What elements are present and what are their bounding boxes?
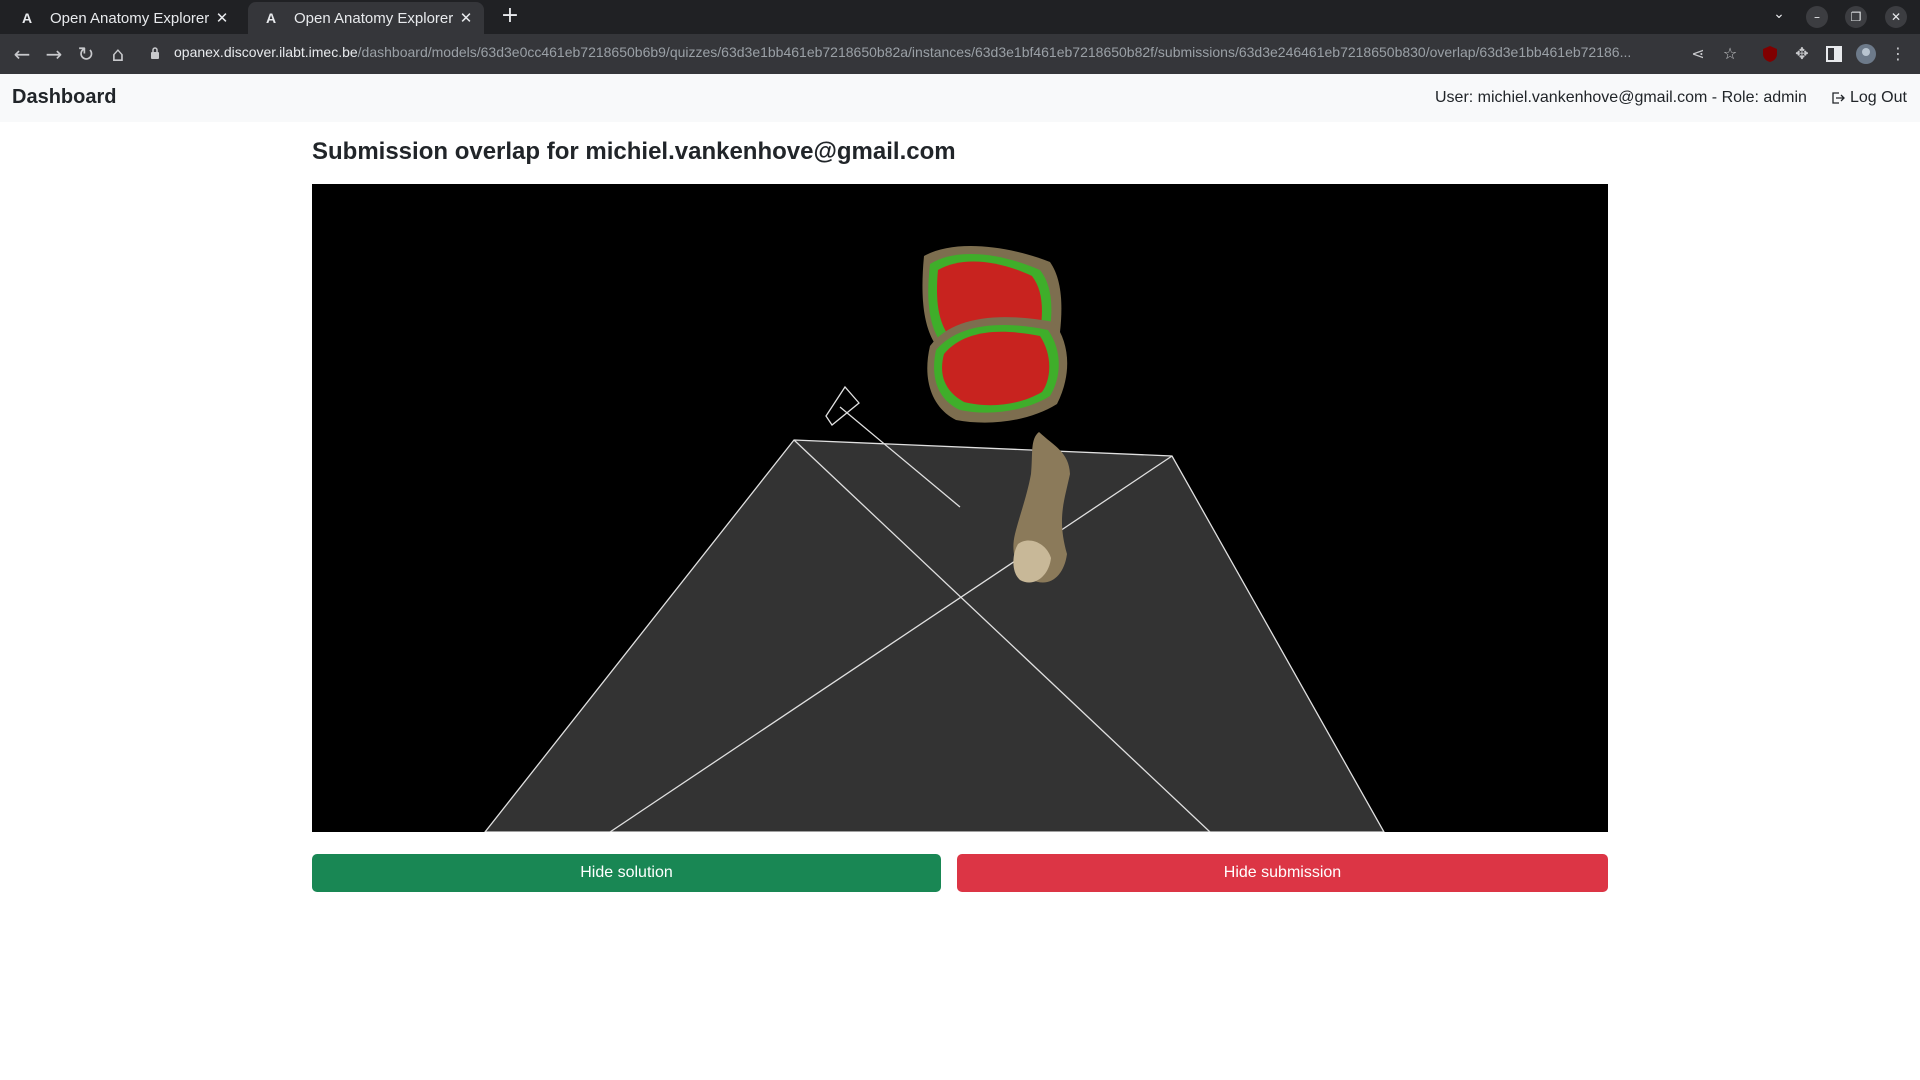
- lock-icon: [151, 47, 159, 59]
- 3d-model-viewer[interactable]: [312, 184, 1608, 832]
- logout-icon: [1832, 92, 1845, 104]
- home-icon[interactable]: ⌂: [106, 42, 130, 66]
- app-favicon-icon: A: [266, 10, 277, 26]
- side-panel-icon[interactable]: [1822, 42, 1846, 66]
- ublock-extension-icon[interactable]: [1758, 42, 1782, 66]
- 3d-scene[interactable]: [312, 184, 1608, 832]
- logout-link[interactable]: Log Out: [1830, 89, 1907, 107]
- restore-window-icon[interactable]: ❐: [1845, 6, 1867, 28]
- back-arrow-icon[interactable]: ←: [10, 42, 34, 66]
- profile-avatar-icon[interactable]: [1854, 42, 1878, 66]
- url-path: /dashboard/models/63d3e0cc461eb7218650b6…: [357, 44, 1632, 60]
- logout-label: Log Out: [1850, 89, 1907, 106]
- share-icon[interactable]: ⋖: [1686, 42, 1710, 66]
- close-window-icon[interactable]: ✕: [1885, 6, 1907, 28]
- close-tab-icon[interactable]: ✕: [214, 9, 230, 27]
- address-bar[interactable]: opanex.discover.ilabt.imec.be/dashboard/…: [174, 44, 1674, 64]
- page-title: Submission overlap for michiel.vankenhov…: [312, 138, 956, 165]
- extensions-puzzle-icon[interactable]: ✥: [1790, 42, 1814, 66]
- dashboard-brand-link[interactable]: Dashboard: [12, 86, 116, 109]
- browser-tab-2[interactable]: A Open Anatomy Explorer ✕: [248, 2, 484, 34]
- ground-plane: [484, 439, 1385, 832]
- hide-submission-button[interactable]: Hide submission: [957, 854, 1608, 892]
- browser-menu-icon[interactable]: ⋮: [1886, 42, 1910, 66]
- new-tab-button[interactable]: +: [498, 5, 522, 29]
- user-info: User: michiel.vankenhove@gmail.com - Rol…: [1435, 89, 1807, 106]
- forward-arrow-icon[interactable]: →: [42, 42, 66, 66]
- tab-title: Open Anatomy Explorer: [294, 9, 454, 27]
- browser-tab-1[interactable]: A Open Anatomy Explorer ✕: [4, 2, 240, 34]
- close-tab-icon[interactable]: ✕: [458, 9, 474, 27]
- tab-title: Open Anatomy Explorer: [50, 9, 210, 27]
- bookmark-star-icon[interactable]: ☆: [1718, 42, 1742, 66]
- hide-solution-button[interactable]: Hide solution: [312, 854, 941, 892]
- reload-icon[interactable]: ↻: [74, 42, 98, 66]
- app-favicon-icon: A: [22, 10, 33, 26]
- minimize-window-icon[interactable]: –: [1806, 6, 1828, 28]
- browser-toolbar: ← → ↻ ⌂ opanex.discover.ilabt.imec.be/da…: [0, 34, 1920, 74]
- app-navbar: Dashboard User: michiel.vankenhove@gmail…: [0, 74, 1920, 122]
- url-host: opanex.discover.ilabt.imec.be: [174, 44, 358, 60]
- tab-search-icon[interactable]: ⌄: [1770, 6, 1788, 22]
- browser-tabstrip: A Open Anatomy Explorer ✕ A Open Anatomy…: [0, 0, 1920, 34]
